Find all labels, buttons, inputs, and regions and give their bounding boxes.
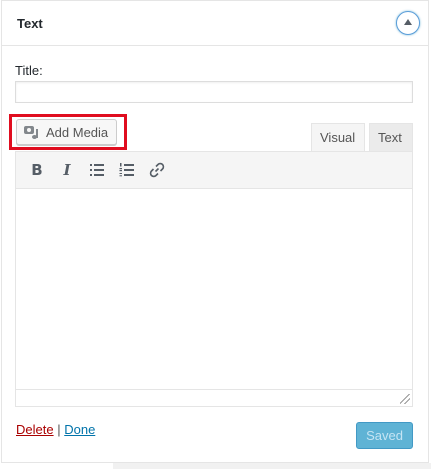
editor-toolbar: B I (16, 152, 412, 189)
arrow-up-icon[interactable] (396, 11, 420, 35)
tab-visual[interactable]: Visual (311, 123, 365, 152)
add-media-label: Add Media (46, 124, 109, 140)
done-link[interactable]: Done (64, 422, 95, 437)
widget-control-links: Delete | Done (16, 422, 95, 437)
bullet-list-icon[interactable] (82, 155, 112, 185)
delete-link[interactable]: Delete (16, 422, 54, 437)
editor: B I (15, 151, 413, 407)
editor-content[interactable] (16, 189, 412, 389)
add-media-button[interactable]: Add Media (16, 119, 117, 145)
tab-text[interactable]: Text (369, 123, 413, 152)
widget-title: Text (17, 16, 43, 31)
link-icon[interactable] (142, 155, 172, 185)
bold-button[interactable]: B (22, 155, 52, 185)
page-background (113, 463, 431, 469)
numbered-list-icon[interactable] (112, 155, 142, 185)
editor-statusbar (16, 389, 412, 406)
italic-button[interactable]: I (52, 155, 82, 185)
resize-handle-icon[interactable] (400, 394, 410, 404)
title-input[interactable] (15, 81, 413, 103)
saved-button[interactable]: Saved (356, 422, 413, 449)
media-icon (24, 124, 40, 140)
link-separator: | (57, 422, 61, 437)
widget-header[interactable]: Text (2, 1, 428, 46)
title-label: Title: (15, 63, 43, 78)
